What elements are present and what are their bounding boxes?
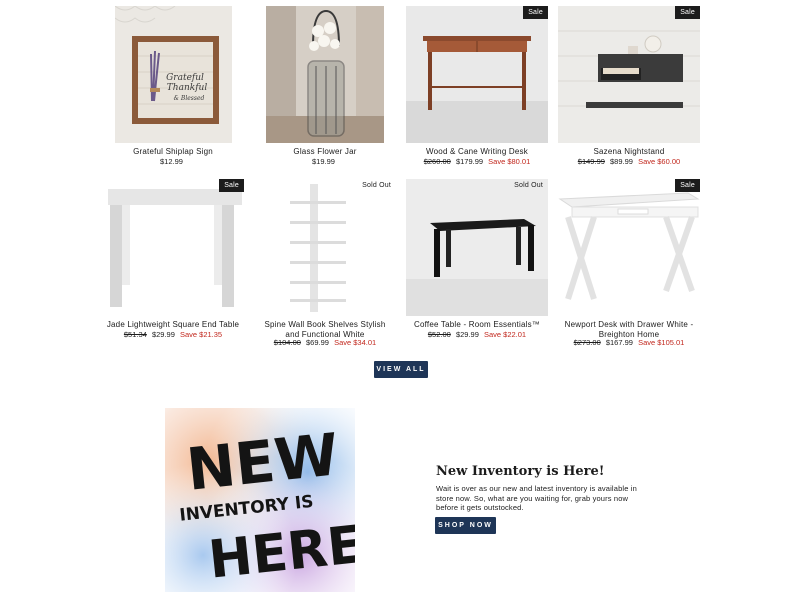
product-image[interactable] (102, 179, 244, 316)
nightstand-image (558, 6, 700, 143)
product-old-price: $104.00 (273, 338, 301, 347)
product-name[interactable]: Newport Desk with Drawer White - Breight… (554, 320, 704, 340)
product-savings: Save $60.00 (638, 157, 681, 166)
end-table-image (102, 179, 244, 316)
product-price: $29.99 (151, 330, 175, 339)
product-image[interactable] (266, 6, 384, 143)
coffee-table-image (406, 179, 548, 316)
product-price: $179.99 (455, 157, 484, 166)
product-savings: Save $21.35 (179, 330, 223, 339)
product-price-row: $104.00 $69.99 Save $34.01 (250, 338, 400, 348)
product-price: $19.99 (312, 157, 335, 166)
product-old-price: $52.00 (427, 330, 451, 339)
product-price-row: $260.00 $179.99 Save $80.01 (402, 157, 552, 167)
product-name[interactable]: Glass Flower Jar (250, 147, 400, 157)
sold-out-badge: Sold Out (362, 182, 391, 189)
product-name[interactable]: Grateful Shiplap Sign (98, 147, 248, 157)
new-inventory-image: NEW INVENTORY IS HERE! (165, 408, 355, 592)
sign-text-line: Grateful (166, 73, 204, 83)
sold-out-badge: Sold Out (514, 182, 543, 189)
sale-badge: Sale (219, 179, 244, 192)
product-price: $69.99 (306, 338, 329, 347)
product-price: $167.99 (605, 338, 633, 347)
product-name[interactable]: Sazena Nightstand (554, 147, 704, 157)
sale-badge: Sale (675, 6, 700, 19)
sale-badge: Sale (675, 179, 700, 192)
product-price-row: $51.34 $29.99 Save $21.35 (98, 330, 248, 340)
product-name[interactable]: Wood & Cane Writing Desk (402, 147, 552, 157)
product-image[interactable] (406, 6, 548, 143)
product-price: $12.99 (160, 157, 183, 166)
product-price-row: $52.00 $29.99 Save $22.01 (402, 330, 552, 340)
product-image[interactable] (558, 6, 700, 143)
product-price-row: $273.00 $167.99 Save $105.01 (554, 338, 704, 348)
promo-title: New Inventory is Here! (436, 464, 605, 479)
sign-text-line: & Blessed (174, 95, 205, 102)
product-old-price: $273.00 (573, 338, 601, 347)
product-price-row: $19.99 (250, 157, 400, 167)
shop-now-button[interactable]: SHOP NOW (435, 517, 496, 534)
product-savings: Save $22.01 (483, 330, 527, 339)
writing-desk-image (406, 6, 548, 143)
product-price-row: $12.99 (98, 157, 248, 167)
sign-text-line: Thankful (167, 83, 208, 93)
product-price: $29.99 (455, 330, 479, 339)
newport-desk-image (558, 179, 700, 316)
product-savings: Save $80.01 (488, 157, 531, 166)
promo-description: Wait is over as our new and latest inven… (436, 484, 637, 512)
flower-jar-image (266, 6, 384, 143)
product-name[interactable]: Jade Lightweight Square End Table (98, 320, 248, 330)
product-old-price: $149.99 (577, 157, 605, 166)
view-all-button[interactable]: VIEW ALL (374, 361, 428, 378)
product-image[interactable] (406, 179, 548, 316)
product-price: $89.99 (610, 157, 633, 166)
product-savings: Save $34.01 (334, 338, 377, 347)
product-name[interactable]: Coffee Table - Room Essentials™ (402, 320, 552, 330)
product-old-price: $51.34 (123, 330, 147, 339)
product-old-price: $260.00 (423, 157, 451, 166)
product-price-row: $149.99 $89.99 Save $60.00 (554, 157, 704, 167)
framed-sign-image: Grateful Thankful & Blessed (115, 6, 232, 143)
product-savings: Save $105.01 (638, 338, 685, 347)
product-name[interactable]: Spine Wall Book Shelves Stylish and Func… (260, 320, 390, 340)
product-image[interactable] (558, 179, 700, 316)
product-image[interactable] (254, 179, 396, 316)
sale-badge: Sale (523, 6, 548, 19)
wall-bookshelf-image (254, 179, 396, 316)
product-image[interactable]: Grateful Thankful & Blessed (115, 6, 232, 143)
